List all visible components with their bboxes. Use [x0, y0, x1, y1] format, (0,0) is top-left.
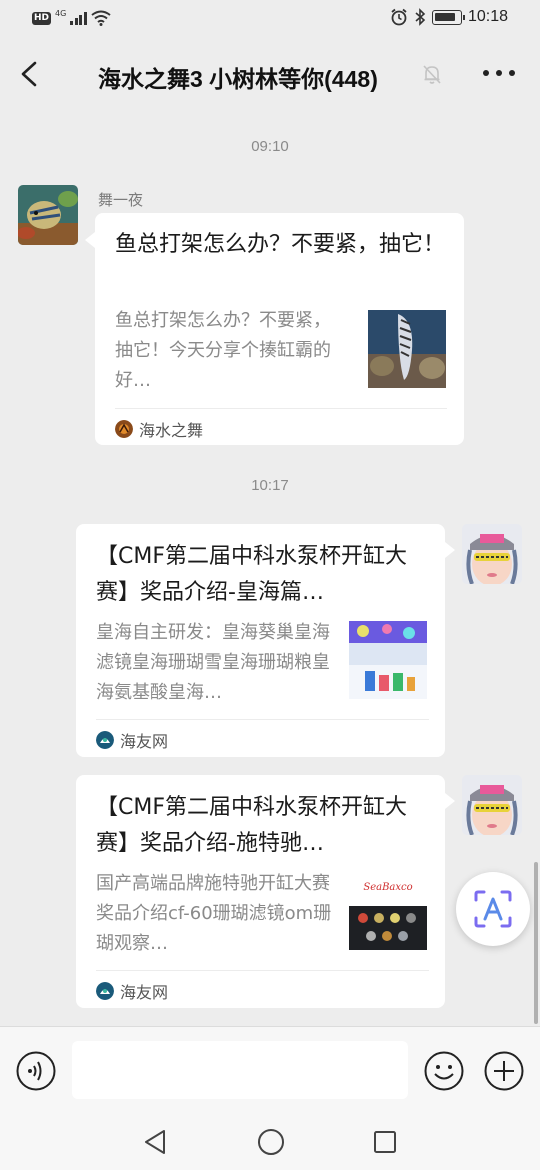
source-logo-icon [96, 731, 114, 749]
avatar[interactable] [18, 185, 78, 245]
voice-icon[interactable] [16, 1051, 56, 1091]
card-title: 鱼总打架怎么办？不要紧，抽它！ [115, 232, 446, 257]
system-nav-bar [0, 1114, 540, 1170]
card-description: 国产高端品牌施特驰开缸大赛奖品介绍cf-60珊瑚滤镜om珊瑚观察… [96, 873, 332, 954]
more-dots-icon[interactable] [482, 66, 516, 80]
card-title: 【CMF第二届中科水泵杯开缸大赛】奖品介绍-施特驰… [96, 795, 407, 856]
card-source: 海友网 [96, 979, 168, 1003]
source-name: 海水之舞 [139, 421, 204, 440]
card-thumbnail [349, 621, 427, 699]
avatar[interactable] [462, 775, 522, 835]
source-name: 海友网 [120, 732, 169, 751]
card-thumbnail: SeaBaxco [349, 872, 427, 950]
message-input[interactable] [72, 1041, 408, 1099]
nav-home-icon[interactable] [257, 1128, 285, 1156]
nav-recent-icon[interactable] [372, 1129, 398, 1155]
card-divider [115, 408, 447, 409]
alarm-icon [391, 8, 407, 26]
bubble-tail [85, 232, 95, 248]
card-divider [96, 719, 429, 720]
status-time: 10:18 [467, 8, 508, 25]
link-card[interactable]: 鱼总打架怎么办？不要紧，抽它！ 鱼总打架怎么办？不要紧，抽它！今天分享个揍缸霸的… [95, 213, 464, 445]
source-logo-icon [115, 420, 133, 438]
network-type: 4G [55, 8, 67, 18]
time-divider: 10:17 [251, 477, 289, 494]
avatar[interactable] [462, 524, 522, 584]
card-divider [96, 970, 429, 971]
chat-header: 海水之舞3 小树林等你(448) [0, 38, 540, 110]
hd-badge: HD [32, 11, 52, 25]
card-thumbnail [368, 310, 446, 388]
card-description: 皇海自主研发：皇海葵巢皇海滤镜皇海珊瑚雪皇海珊瑚粮皇海氨基酸皇海… [96, 622, 330, 703]
battery-icon [431, 9, 465, 25]
chevron-left-icon[interactable] [14, 56, 46, 92]
time-divider: 09:10 [251, 138, 289, 155]
bubble-tail [445, 542, 455, 558]
chat-title: 海水之舞3 小树林等你(448) [98, 66, 378, 92]
floating-text-recognition-button[interactable] [456, 872, 530, 946]
bell-muted-icon [423, 65, 441, 84]
wifi-icon [91, 10, 111, 26]
bluetooth-icon [415, 8, 426, 26]
emoji-icon[interactable] [424, 1051, 464, 1091]
scrollbar-thumb[interactable] [534, 862, 538, 1024]
bubble-tail [445, 793, 455, 809]
card-source: 海友网 [96, 728, 168, 752]
card-source: 海水之舞 [115, 417, 203, 441]
input-bar [0, 1026, 540, 1114]
link-card[interactable]: 【CMF第二届中科水泵杯开缸大赛】奖品介绍-施特驰… 国产高端品牌施特驰开缸大赛… [76, 775, 445, 1008]
text-recognition-icon [474, 890, 512, 928]
card-description: 鱼总打架怎么办？不要紧，抽它！今天分享个揍缸霸的好… [115, 310, 331, 391]
status-left: HD 4G [32, 8, 111, 26]
status-bar: HD 4G 10:18 [0, 0, 540, 38]
plus-icon[interactable] [484, 1051, 524, 1091]
card-title: 【CMF第二届中科水泵杯开缸大赛】奖品介绍-皇海篇… [96, 544, 407, 605]
source-name: 海友网 [120, 983, 169, 1002]
sender-name: 舞一夜 [98, 191, 144, 209]
signal-icon [70, 11, 87, 25]
link-card[interactable]: 【CMF第二届中科水泵杯开缸大赛】奖品介绍-皇海篇… 皇海自主研发：皇海葵巢皇海… [76, 524, 445, 757]
nav-back-icon[interactable] [142, 1128, 168, 1156]
source-logo-icon [96, 982, 114, 1000]
thumbnail-brand: SeaBaxco [363, 882, 412, 893]
status-right: 10:18 [390, 8, 508, 26]
